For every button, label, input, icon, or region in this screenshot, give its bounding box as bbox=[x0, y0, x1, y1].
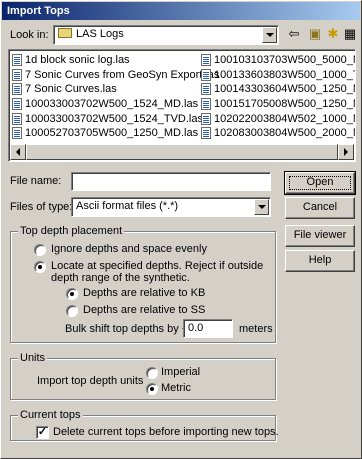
list-item[interactable]: 100052703705W500_1250_MD.las bbox=[12, 126, 219, 141]
top-depth-legend: Top depth placement bbox=[18, 225, 125, 238]
relative-ss-radio[interactable] bbox=[66, 305, 78, 317]
chevron-down-icon[interactable] bbox=[254, 199, 269, 215]
file-icon bbox=[201, 54, 211, 67]
file-icon bbox=[201, 68, 211, 81]
list-item[interactable]: 100133603803W500_1000_TVD.las bbox=[201, 68, 355, 83]
file-icon bbox=[12, 54, 22, 67]
scroll-right-icon[interactable] bbox=[338, 144, 354, 160]
import-tops-dialog: Import Tops Look in: LAS Logs ⇦ ▣ ✱ ▦ 1d… bbox=[0, 0, 362, 459]
file-icon bbox=[12, 127, 22, 140]
file-icon bbox=[12, 68, 22, 81]
filetype-value: Ascii format files (*.*) bbox=[76, 200, 179, 212]
relative-kb-radio[interactable] bbox=[66, 288, 78, 300]
file-viewer-button[interactable]: File viewer bbox=[285, 225, 355, 247]
help-button[interactable]: Help bbox=[285, 250, 355, 272]
file-icon bbox=[201, 127, 211, 140]
lookin-combo[interactable]: LAS Logs bbox=[53, 25, 279, 45]
bulk-shift-input[interactable]: 0.0 bbox=[183, 319, 233, 338]
filetype-label: Files of type: bbox=[10, 201, 73, 213]
file-icon bbox=[201, 112, 211, 125]
file-icon bbox=[12, 112, 22, 125]
file-list[interactable]: 1d block sonic log.las 7 Sonic Curves fr… bbox=[8, 49, 356, 162]
filetype-combo[interactable]: Ascii format files (*.*) bbox=[71, 197, 271, 217]
folder-icon bbox=[58, 28, 72, 38]
filename-field[interactable] bbox=[71, 172, 271, 191]
relative-ss-label[interactable]: Depths are relative to SS bbox=[83, 304, 205, 317]
locate-depths-radio[interactable] bbox=[34, 261, 46, 273]
locate-depths-label-2: depth range of the synthetic. bbox=[51, 272, 190, 284]
imperial-label[interactable]: Imperial bbox=[161, 366, 200, 379]
list-item[interactable]: 100151705008W500_1250_MD.las bbox=[201, 97, 355, 112]
scroll-thumb[interactable] bbox=[26, 144, 338, 160]
horizontal-scrollbar[interactable] bbox=[10, 144, 354, 160]
view-menu-icon[interactable]: ▦ bbox=[340, 25, 360, 43]
file-icon bbox=[12, 98, 22, 111]
filename-label: File name: bbox=[10, 175, 62, 187]
chevron-down-icon[interactable] bbox=[262, 27, 277, 43]
metric-label[interactable]: Metric bbox=[161, 382, 191, 395]
list-item[interactable]: 100033003702W500_1524_MD.las bbox=[12, 97, 219, 112]
list-item[interactable]: 102083003804W500_2000_MD.las bbox=[201, 126, 355, 141]
current-tops-legend: Current tops bbox=[18, 409, 83, 422]
file-icon bbox=[201, 98, 211, 111]
cancel-button[interactable]: Cancel bbox=[285, 197, 355, 219]
imperial-radio[interactable] bbox=[146, 367, 158, 379]
ignore-depths-label[interactable]: Ignore depths and space evenly bbox=[51, 243, 207, 256]
units-label: Import top depth units bbox=[37, 375, 144, 387]
open-button[interactable]: Open bbox=[284, 171, 356, 195]
list-item[interactable]: 1d block sonic log.las bbox=[12, 53, 219, 68]
bulk-shift-label: Bulk shift top depths by + - bbox=[65, 323, 195, 335]
file-icon bbox=[201, 83, 211, 96]
ignore-depths-radio[interactable] bbox=[34, 244, 46, 256]
bulk-shift-unit: meters bbox=[239, 323, 273, 335]
list-item[interactable]: 100143303604W500_1250_MD.las bbox=[201, 82, 355, 97]
file-column-right: 100103103703W500_5000_MD.las 10013360380… bbox=[201, 53, 355, 141]
scroll-left-icon[interactable] bbox=[10, 144, 26, 160]
file-column-left: 1d block sonic log.las 7 Sonic Curves fr… bbox=[12, 53, 219, 141]
up-folder-icon[interactable]: ▣ bbox=[305, 25, 325, 43]
list-item[interactable]: 7 Sonic Curves from GeoSyn Export.las bbox=[12, 68, 219, 83]
delete-tops-checkbox[interactable]: ✓ bbox=[36, 426, 49, 439]
title-bar: Import Tops bbox=[2, 2, 360, 20]
lookin-value: LAS Logs bbox=[76, 28, 124, 40]
list-item[interactable]: 102022003804W502_1000_MD.las bbox=[201, 111, 355, 126]
window-title: Import Tops bbox=[7, 5, 70, 17]
list-item[interactable]: 7 Sonic Curves.las bbox=[12, 82, 219, 97]
list-item[interactable]: 100103103703W500_5000_MD.las bbox=[201, 53, 355, 68]
relative-kb-label[interactable]: Depths are relative to KB bbox=[83, 287, 205, 300]
list-item[interactable]: 100033003702W500_1524_TVD.las bbox=[12, 111, 219, 126]
metric-radio[interactable] bbox=[146, 383, 158, 395]
back-icon[interactable]: ⇦ bbox=[284, 25, 304, 43]
lookin-label: Look in: bbox=[10, 29, 49, 41]
file-icon bbox=[12, 83, 22, 96]
units-legend: Units bbox=[18, 352, 48, 365]
delete-tops-label[interactable]: Delete current tops before importing new… bbox=[53, 426, 279, 439]
